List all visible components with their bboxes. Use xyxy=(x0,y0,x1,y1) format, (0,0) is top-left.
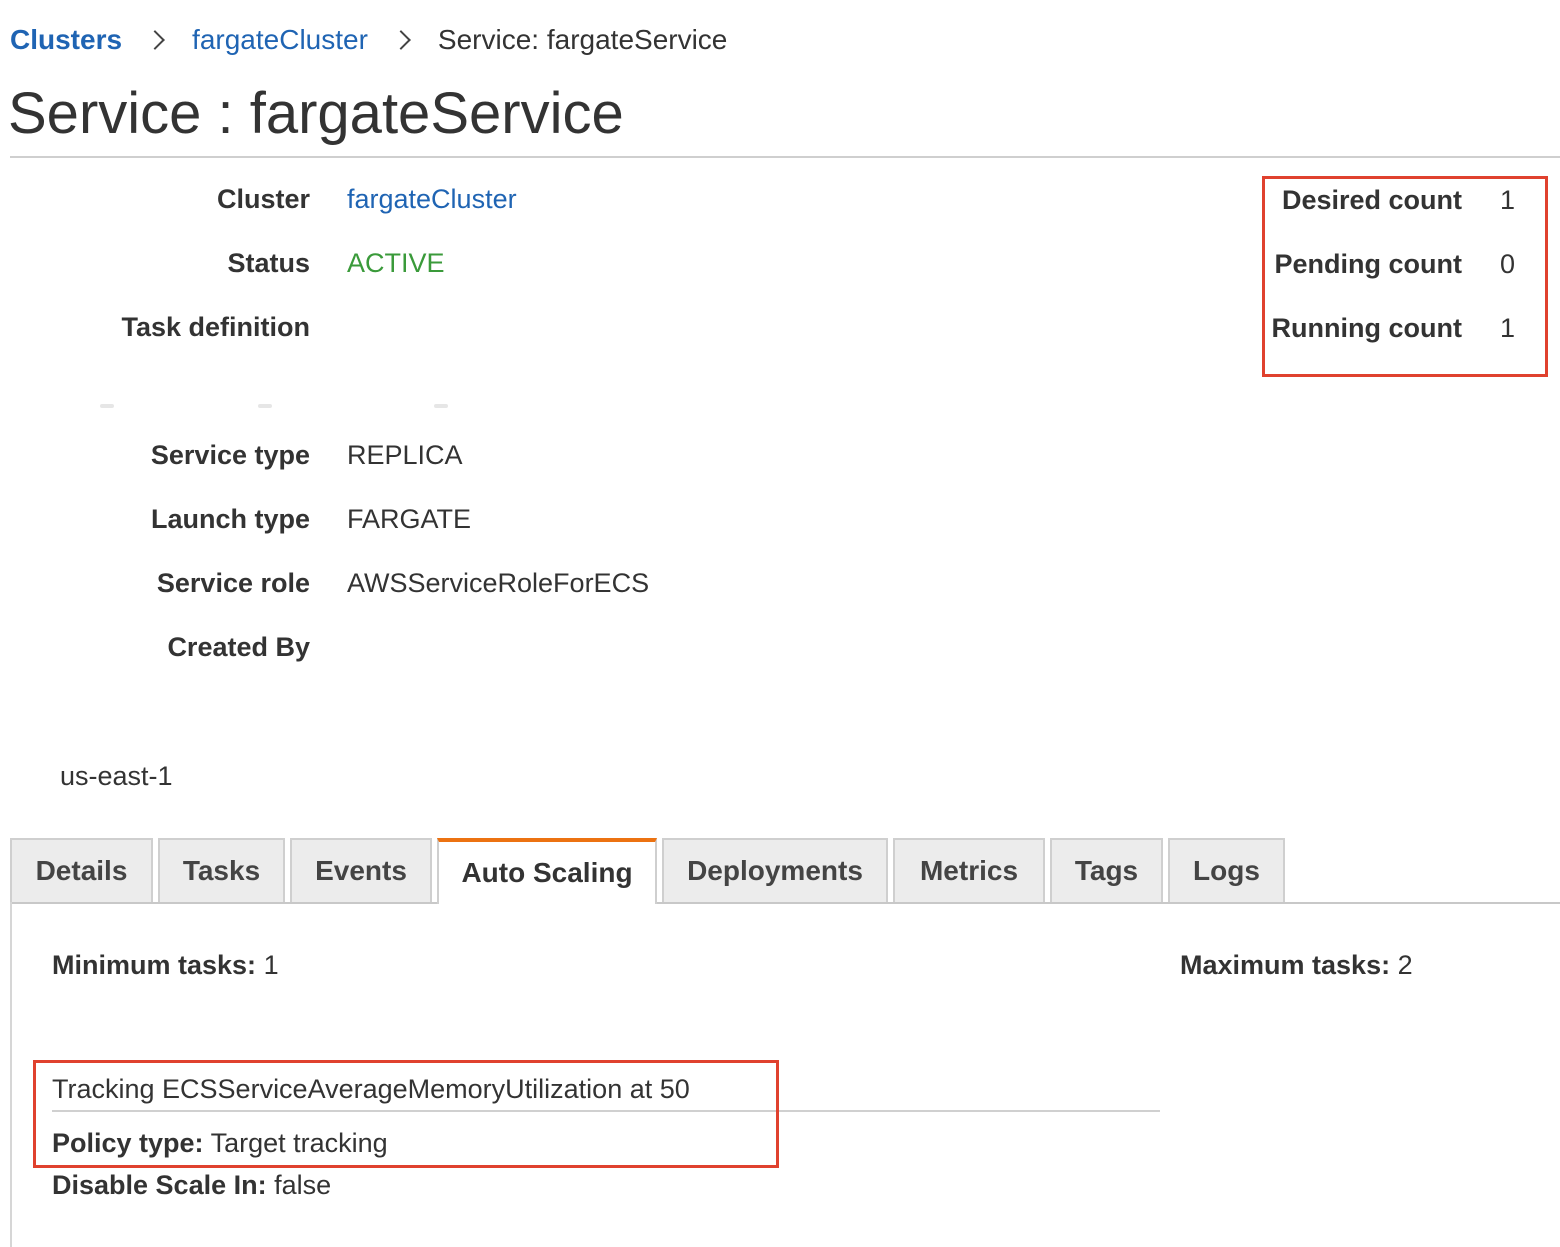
region-text: us-east-1 xyxy=(60,761,173,791)
minimum-tasks-value: 1 xyxy=(263,950,279,980)
disable-scale-in: Disable Scale In: false xyxy=(52,1170,331,1201)
pending-count-label: Pending count xyxy=(1274,249,1462,279)
status-label: Status xyxy=(227,248,310,278)
breadcrumb-cluster-link[interactable]: fargateCluster xyxy=(192,24,368,56)
cluster-link[interactable]: fargateCluster xyxy=(347,184,517,215)
tab-metrics[interactable]: Metrics xyxy=(893,838,1045,902)
tab-details[interactable]: Details xyxy=(10,838,153,902)
title-divider xyxy=(10,156,1560,158)
chevron-right-icon xyxy=(145,30,165,50)
policy-type: Policy type: Target tracking xyxy=(52,1128,388,1159)
breadcrumb-current: Service: fargateService xyxy=(437,24,728,55)
counts-highlight-box: Desired count 1 Pending count 0 Running … xyxy=(1262,176,1548,377)
redacted-placeholder xyxy=(100,404,460,410)
breadcrumb: Clusters fargateCluster Service: fargate… xyxy=(10,22,727,58)
cluster-label: Cluster xyxy=(216,184,310,214)
tab-bar-baseline xyxy=(10,902,1560,904)
tab-tags[interactable]: Tags xyxy=(1050,838,1163,902)
maximum-tasks-label: Maximum tasks: xyxy=(1180,950,1391,980)
tab-tasks[interactable]: Tasks xyxy=(158,838,285,902)
desired-count-label: Desired count xyxy=(1281,185,1462,215)
pending-count-value: 0 xyxy=(1499,249,1515,279)
policy-title: Tracking ECSServiceAverageMemoryUtilizat… xyxy=(52,1074,690,1104)
disable-scale-in-label: Disable Scale In: xyxy=(52,1170,267,1200)
chevron-right-icon xyxy=(391,30,411,50)
tab-deployments[interactable]: Deployments xyxy=(662,838,888,902)
running-count-value: 1 xyxy=(1499,313,1515,343)
service-role-label: Service role xyxy=(156,568,310,598)
status-value: ACTIVE xyxy=(347,248,445,278)
panel-border xyxy=(10,902,12,1247)
tab-auto-scaling[interactable]: Auto Scaling xyxy=(437,838,657,904)
tab-events[interactable]: Events xyxy=(290,838,432,902)
tab-logs[interactable]: Logs xyxy=(1168,838,1285,902)
desired-count-value: 1 xyxy=(1499,185,1515,215)
service-role-value: AWSServiceRoleForECS xyxy=(347,568,650,598)
redaction-mark xyxy=(100,404,114,408)
page-title: Service : fargateService xyxy=(8,81,624,146)
minimum-tasks: Minimum tasks: 1 xyxy=(52,950,279,981)
running-count-label: Running count xyxy=(1271,313,1462,343)
launch-type-value: FARGATE xyxy=(347,504,472,534)
task-definition-label: Task definition xyxy=(121,312,310,342)
maximum-tasks: Maximum tasks: 2 xyxy=(1180,950,1413,981)
service-type-label: Service type xyxy=(150,440,310,470)
policy-type-label: Policy type: xyxy=(52,1128,204,1158)
ecs-service-page: Clusters fargateCluster Service: fargate… xyxy=(0,0,1560,1247)
service-type-value: REPLICA xyxy=(347,440,463,470)
redaction-mark xyxy=(258,404,272,408)
disable-scale-in-value: false xyxy=(274,1170,332,1200)
policy-type-value: Target tracking xyxy=(210,1128,388,1158)
minimum-tasks-label: Minimum tasks: xyxy=(52,950,257,980)
redaction-mark xyxy=(434,404,448,408)
breadcrumb-clusters-link[interactable]: Clusters xyxy=(10,24,122,56)
maximum-tasks-value: 2 xyxy=(1397,950,1413,980)
created-by-label: Created By xyxy=(167,632,310,662)
launch-type-label: Launch type xyxy=(150,504,310,534)
